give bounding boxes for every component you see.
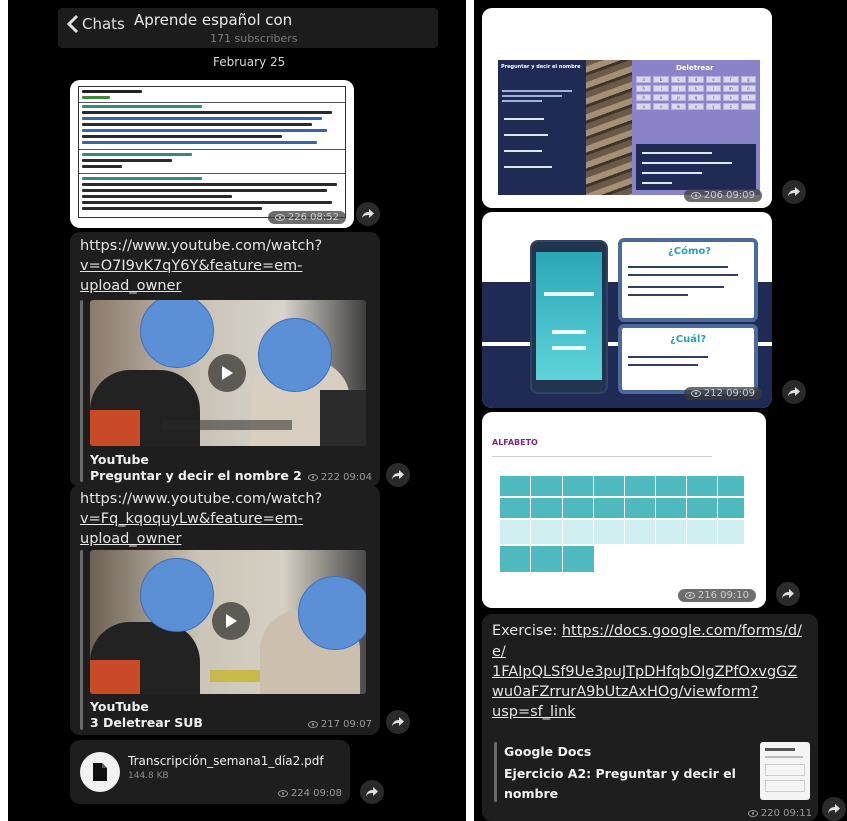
- slide-image-message[interactable]: Preguntar y decir el nombre Deletrear ab…: [482, 8, 772, 208]
- eye-icon: [277, 790, 288, 797]
- share-button[interactable]: [386, 463, 410, 487]
- document-image-message[interactable]: 226 08:52: [70, 80, 354, 228]
- message-meta: 226 08:52: [267, 211, 346, 224]
- share-button[interactable]: [386, 710, 410, 734]
- preview-title[interactable]: Ejercicio A2: Preguntar y decir el nombr…: [504, 764, 736, 804]
- file-name[interactable]: Transcripción_semana1_día2.pdf: [128, 754, 324, 768]
- youtube-link-message: https://www.youtube.com/watch? v=O7I9vK7…: [70, 232, 380, 487]
- play-button[interactable]: [208, 354, 246, 392]
- share-arrow-icon: [828, 804, 840, 814]
- share-button[interactable]: [822, 797, 846, 821]
- message-meta: 212 09:09: [683, 387, 762, 400]
- preview-source: YouTube: [90, 452, 149, 467]
- preview-thumbnail[interactable]: [760, 742, 810, 800]
- file-icon-wrap[interactable]: [80, 752, 120, 792]
- eye-icon: [690, 390, 701, 397]
- blur-face: [140, 300, 214, 368]
- back-chevron-icon: [66, 14, 79, 34]
- share-arrow-icon: [366, 787, 378, 797]
- share-arrow-icon: [392, 470, 404, 480]
- share-button[interactable]: [782, 180, 806, 204]
- share-button[interactable]: [776, 582, 800, 606]
- preview-source: Google Docs: [504, 744, 592, 759]
- message-meta: 216 09:10: [677, 589, 756, 602]
- link-text[interactable]: https://www.youtube.com/watch? v=Fq_kqoq…: [80, 489, 322, 549]
- slide-image-message[interactable]: ALFABETO 216 09:10: [482, 412, 766, 608]
- share-button[interactable]: [360, 780, 384, 804]
- video-thumbnail[interactable]: [90, 300, 366, 446]
- preview-title[interactable]: 3 Deletrear SUB: [90, 715, 203, 730]
- message-meta: 222 09:04: [307, 472, 372, 483]
- chat-header: Chats Aprende español con 171 subscriber…: [58, 8, 438, 48]
- eye-icon: [747, 810, 758, 817]
- play-button[interactable]: [212, 602, 250, 640]
- share-button[interactable]: [782, 380, 806, 404]
- subscriber-count: 171 subscribers: [210, 32, 298, 45]
- share-arrow-icon: [788, 387, 800, 397]
- play-icon: [222, 366, 233, 380]
- share-arrow-icon: [362, 209, 374, 219]
- back-button[interactable]: Chats: [66, 14, 125, 34]
- alphabet-grid: [500, 476, 744, 576]
- file-icon: [93, 763, 107, 781]
- eye-icon: [307, 474, 318, 481]
- eye-icon: [690, 192, 701, 199]
- slide-image-message[interactable]: ¿Cómo? ¿Cuál? 212 09:09: [482, 212, 772, 408]
- document-preview: [78, 86, 346, 218]
- video-thumbnail[interactable]: [90, 550, 366, 694]
- youtube-link-message: https://www.youtube.com/watch? v=Fq_kqoq…: [70, 485, 380, 735]
- eye-icon: [684, 592, 695, 599]
- slide-heading: Preguntar y decir el nombre: [501, 64, 581, 70]
- date-separator: February 25: [213, 55, 286, 69]
- right-chat-panel: Preguntar y decir el nombre Deletrear ab…: [474, 0, 847, 821]
- link-text[interactable]: https://www.youtube.com/watch? v=O7I9vK7…: [80, 236, 322, 296]
- exercise-prefix: Exercise:: [492, 623, 562, 639]
- share-arrow-icon: [392, 717, 404, 727]
- file-size: 144.8 KB: [128, 771, 169, 781]
- slide-heading: Deletrear: [676, 64, 714, 72]
- message-meta: 217 09:07: [307, 719, 372, 730]
- back-label: Chats: [82, 15, 125, 33]
- eye-icon: [274, 214, 285, 221]
- blur-face: [140, 558, 214, 632]
- eye-icon: [307, 721, 318, 728]
- file-message[interactable]: Transcripción_semana1_día2.pdf 144.8 KB …: [70, 740, 350, 804]
- exercise-link-message: Exercise: https://docs.google.com/forms/…: [482, 614, 818, 821]
- message-meta: 220 09:11: [747, 808, 812, 819]
- play-icon: [226, 614, 237, 628]
- blur-face: [258, 318, 332, 392]
- left-chat-panel: Chats Aprende español con 171 subscriber…: [8, 0, 466, 821]
- channel-title[interactable]: Aprende español con: [134, 11, 292, 29]
- message-meta: 224 09:08: [277, 788, 342, 799]
- slide-heading: ¿Cómo?: [668, 246, 712, 257]
- preview-title[interactable]: Preguntar y decir el nombre 2: [90, 468, 302, 483]
- share-arrow-icon: [788, 187, 800, 197]
- share-arrow-icon: [782, 589, 794, 599]
- link-text[interactable]: Exercise: https://docs.google.com/forms/…: [492, 620, 802, 722]
- preview-source: YouTube: [90, 699, 149, 714]
- share-button[interactable]: [356, 202, 380, 226]
- blur-face: [298, 576, 366, 650]
- message-meta: 206 09:09: [683, 189, 762, 202]
- slide-heading: ALFABETO: [492, 438, 538, 447]
- slide-heading: ¿Cuál?: [670, 334, 707, 345]
